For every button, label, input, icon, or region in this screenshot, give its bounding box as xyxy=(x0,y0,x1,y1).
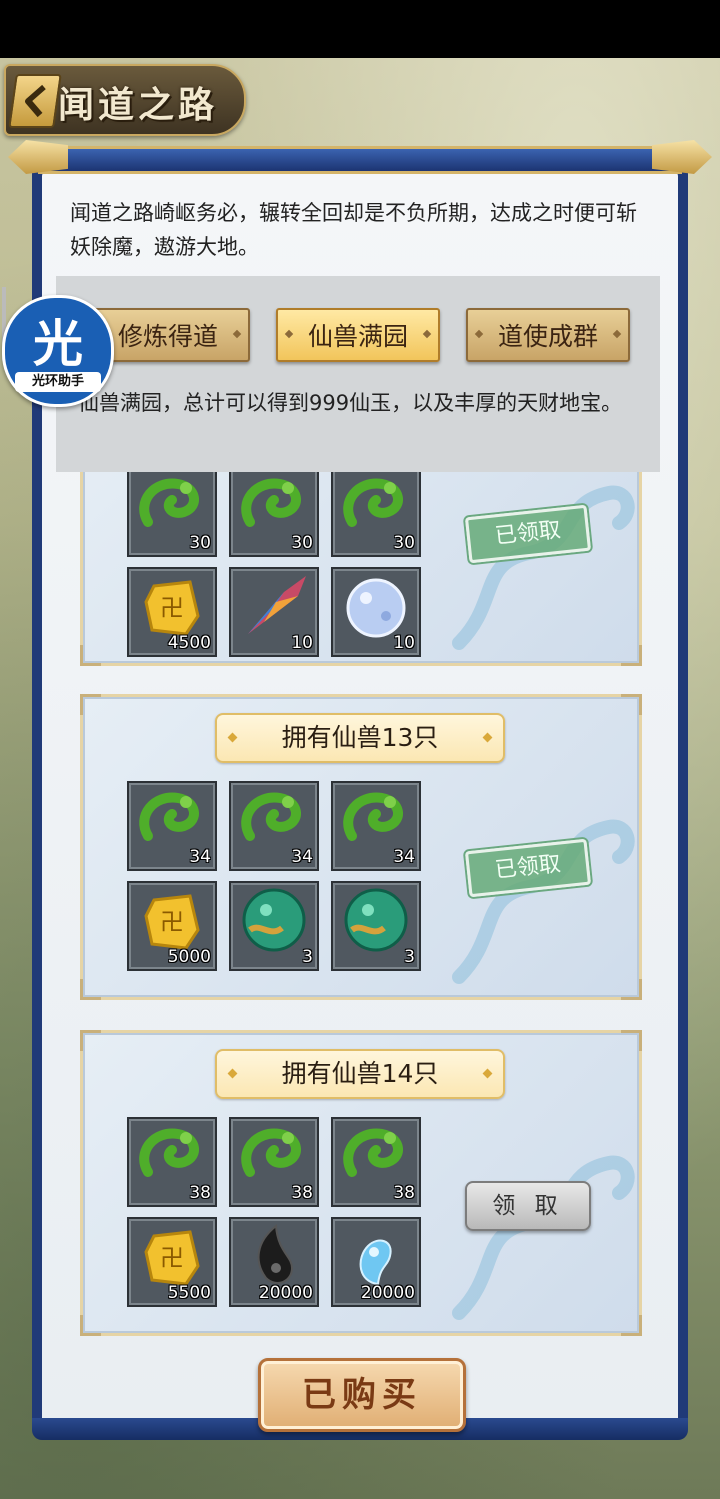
item-count: 38 xyxy=(291,1183,313,1203)
item-count: 30 xyxy=(393,533,415,553)
panel-top-ornament xyxy=(8,140,712,176)
item-count: 30 xyxy=(189,533,211,553)
reward-item[interactable]: 10 xyxy=(331,567,421,657)
assistant-badge[interactable]: 光 光环助手 xyxy=(2,295,114,407)
reward-card: 拥有仙兽14只 38 38 38 卍 5500 20000 20000 领 取 xyxy=(80,1030,642,1336)
reward-item[interactable]: 20000 xyxy=(229,1217,319,1307)
item-count: 34 xyxy=(291,847,313,867)
tab-envoys[interactable]: 道使成群 xyxy=(466,308,630,362)
intro-text: 闻道之路崎岖务必，辗转全回却是不负所期，达成之时便可斩妖除魔，遨游大地。 xyxy=(70,201,637,259)
jade-dragon-icon xyxy=(343,792,403,841)
tab-area xyxy=(56,276,660,472)
item-count: 3 xyxy=(404,947,415,967)
reward-item[interactable]: 38 xyxy=(331,1117,421,1207)
jade-dragon-icon xyxy=(139,792,199,841)
assistant-glyph: 光 xyxy=(33,315,83,373)
item-count: 20000 xyxy=(258,1283,313,1303)
gold-ingot-icon: 卍 xyxy=(144,894,200,950)
item-count: 38 xyxy=(393,1183,415,1203)
reward-item[interactable]: 3 xyxy=(331,881,421,971)
item-count: 3 xyxy=(302,947,313,967)
assistant-label: 光环助手 xyxy=(15,372,101,392)
item-count: 10 xyxy=(291,633,313,653)
reward-item[interactable]: 卍 5500 xyxy=(127,1217,217,1307)
item-count: 34 xyxy=(189,847,211,867)
card-title: 拥有仙兽14只 xyxy=(215,1049,505,1099)
reward-item[interactable]: 20000 xyxy=(331,1217,421,1307)
black-drop-icon xyxy=(257,1224,294,1284)
reward-item[interactable]: 卍 4500 xyxy=(127,567,217,657)
card-title: 拥有仙兽13只 xyxy=(215,713,505,763)
reward-item[interactable]: 34 xyxy=(331,781,421,871)
back-button[interactable] xyxy=(8,74,62,128)
item-count: 38 xyxy=(189,1183,211,1203)
green-pearl-icon xyxy=(344,888,408,952)
jade-dragon-icon xyxy=(343,1128,403,1177)
svg-text:卍: 卍 xyxy=(160,908,184,936)
reward-list[interactable]: 30 30 30 卍 4500 10 10 已领取 拥有仙兽13只 34 34 … xyxy=(56,472,660,1352)
status-bar xyxy=(0,0,720,58)
blue-drop-icon xyxy=(359,1239,392,1286)
jade-dragon-icon xyxy=(139,1128,199,1177)
reward-item[interactable]: 38 xyxy=(127,1117,217,1207)
svg-text:卍: 卍 xyxy=(160,1244,184,1272)
item-count: 4500 xyxy=(167,633,211,653)
item-count: 10 xyxy=(393,633,415,653)
item-count: 34 xyxy=(393,847,415,867)
tab-label: 道使成群 xyxy=(497,322,598,351)
page-title: 闻道之路 xyxy=(58,84,219,126)
gold-ingot-icon: 卍 xyxy=(144,580,200,636)
back-arrow-icon xyxy=(24,84,46,118)
card-title-text: 拥有仙兽13只 xyxy=(281,723,439,752)
reward-item[interactable]: 34 xyxy=(127,781,217,871)
purchased-button[interactable]: 已购买 xyxy=(258,1358,466,1432)
reward-item[interactable]: 30 xyxy=(127,472,217,557)
dragon-watermark-icon xyxy=(452,485,635,650)
item-count: 20000 xyxy=(360,1283,415,1303)
crystal-shard-icon xyxy=(248,576,306,634)
reward-item[interactable]: 38 xyxy=(229,1117,319,1207)
tab-label: 仙兽满园 xyxy=(307,322,408,351)
reward-item[interactable]: 10 xyxy=(229,567,319,657)
jade-dragon-icon xyxy=(241,792,301,841)
svg-text:卍: 卍 xyxy=(160,594,184,622)
spirit-orb-icon xyxy=(346,578,406,638)
gold-ingot-icon: 卍 xyxy=(144,1230,200,1286)
green-pearl-icon xyxy=(242,888,306,952)
reward-item[interactable]: 30 xyxy=(331,472,421,557)
jade-dragon-icon xyxy=(241,478,301,527)
jade-dragon-icon xyxy=(241,1128,301,1177)
claim-button[interactable]: 领 取 xyxy=(465,1181,591,1231)
reward-item[interactable]: 34 xyxy=(229,781,319,871)
tab-description: 仙兽满园，总计可以得到999仙玉，以及丰厚的天财地宝。 xyxy=(78,391,623,415)
item-count: 5000 xyxy=(167,947,211,967)
tab-label: 修炼得道 xyxy=(117,322,218,351)
jade-dragon-icon xyxy=(343,478,403,527)
reward-item[interactable]: 3 xyxy=(229,881,319,971)
reward-card: 拥有仙兽13只 34 34 34 卍 5000 3 3 已领取 xyxy=(80,694,642,1000)
reward-card: 30 30 30 卍 4500 10 10 已领取 xyxy=(80,472,642,666)
jade-dragon-icon xyxy=(139,478,199,527)
tab-beast-garden[interactable]: 仙兽满园 xyxy=(276,308,440,362)
item-count: 30 xyxy=(291,533,313,553)
item-count: 5500 xyxy=(167,1283,211,1303)
card-title-text: 拥有仙兽14只 xyxy=(281,1059,439,1088)
reward-item[interactable]: 30 xyxy=(229,472,319,557)
reward-item[interactable]: 卍 5000 xyxy=(127,881,217,971)
